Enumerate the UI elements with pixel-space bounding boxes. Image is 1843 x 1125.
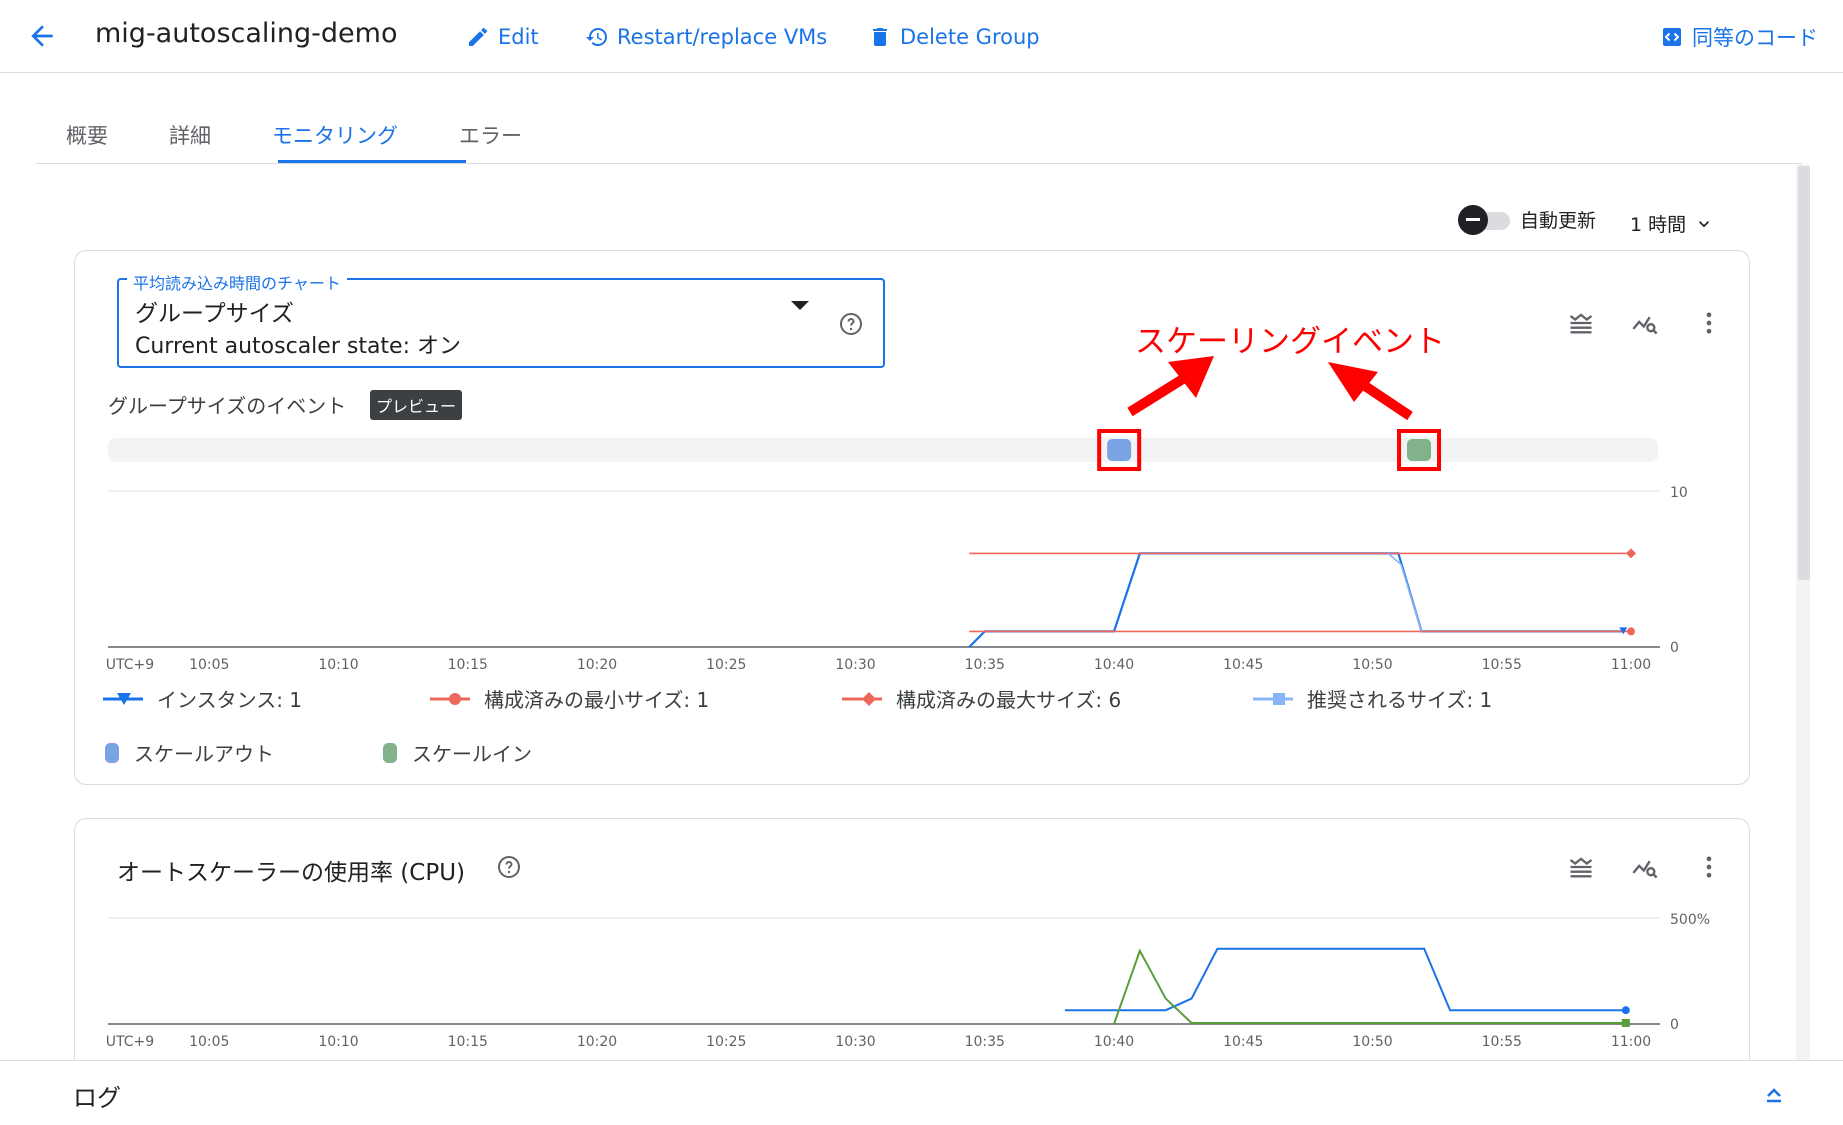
x-tick-label: 10:10 [318,1034,358,1050]
line-triangle-legend-icon [103,692,143,705]
x-tick-label: 10:40 [1094,1034,1134,1050]
x-tick-label: 10:40 [1094,657,1134,670]
autoscaler-cpu-chart: UTC+9 10:05 10:10 10:15 10:20 10:25 10:30 10:35… [106,912,1710,1050]
series-end-marker [1621,1018,1630,1027]
help-icon-cpu[interactable] [497,855,521,879]
x-tick-label: 10:20 [577,1034,617,1050]
legend-label-min-size: 構成済みの最小サイズ: 1 [484,688,710,712]
left-annotation-arrow [1127,356,1214,417]
y-tick-label: 0 [1670,1017,1679,1033]
line-square-legend-icon [1253,692,1293,705]
legend-item-scale-out[interactable]: スケールアウト [104,738,274,767]
x-tick-label: 10:20 [577,657,617,670]
series-end-marker [1621,1006,1630,1015]
x-tick-label: 10:50 [1352,657,1392,670]
legend-item-max-size[interactable]: 構成済みの最大サイズ: 6 [842,684,1121,713]
x-tick-label: UTC+9 [106,1034,154,1050]
x-tick-label: 10:25 [706,1034,746,1050]
legend-item-min-size[interactable]: 構成済みの最小サイズ: 1 [430,684,709,713]
group-size-chart: UTC+9 10:05 10:10 10:15 10:20 10:25 10:30 10:35… [106,429,1688,670]
y-tick-label: 0 [1670,640,1679,656]
cpu-series-line-0 [1064,947,1626,1012]
legend-label-scale-in: スケールイン [412,742,532,766]
x-tick-label: 10:55 [1482,1034,1522,1050]
x-tick-label: 10:55 [1482,657,1522,670]
scale-out-event-marker [1107,439,1132,461]
line-diamond-legend-icon [842,691,882,706]
x-tick-label: 10:45 [1223,657,1263,670]
x-tick-label: 10:30 [835,1034,875,1050]
x-tick-label: 10:30 [835,657,875,670]
max-size-end-marker [1626,548,1636,559]
x-tick-label: 10:25 [706,657,746,670]
expand-up-icon[interactable] [1762,1082,1786,1106]
x-tick-label: UTC+9 [106,657,154,670]
legend-toggle-icon[interactable] [1566,852,1596,882]
legend-label-recommended-size: 推奨されるサイズ: 1 [1307,688,1493,712]
scale-in-event-marker [1407,439,1432,461]
x-tick-label: 10:15 [448,657,488,670]
x-tick-label: 10:35 [965,657,1005,670]
x-tick-label: 10:05 [189,657,229,670]
x-tick-label: 10:15 [448,1034,488,1050]
cpu-series-line-1 [1113,948,1626,1025]
x-tick-label: 10:45 [1223,1034,1263,1050]
x-tick-label: 11:00 [1611,1034,1651,1050]
chart2-toolbar [1566,852,1724,882]
y-tick-label: 10 [1670,485,1688,501]
legend-label-scale-out: スケールアウト [134,742,274,766]
series-line-3 [1387,552,1423,632]
x-tick-label: 10:10 [318,657,358,670]
scale-out-swatch-icon [105,742,119,763]
explore-chart-icon[interactable] [1630,852,1660,882]
legend-label-instances: インスタンス: 1 [157,688,303,712]
logs-title: ログ [73,1084,121,1112]
line-circle-legend-icon [430,692,470,705]
scale-in-swatch-icon [383,742,397,763]
right-annotation-arrow [1328,362,1413,421]
legend-item-scale-in[interactable]: スケールイン [382,738,532,767]
logs-panel [0,1060,1843,1125]
x-tick-label: 10:05 [189,1034,229,1050]
x-tick-label: 10:35 [965,1034,1005,1050]
legend-label-max-size: 構成済みの最大サイズ: 6 [896,688,1122,712]
x-tick-label: 11:00 [1611,657,1651,670]
min-size-end-marker [1627,627,1635,636]
legend-item-instances[interactable]: インスタンス: 1 [103,684,302,713]
more-vert-icon[interactable] [1694,852,1724,882]
series-line-0 [968,552,1624,648]
legend-item-recommended-size[interactable]: 推奨されるサイズ: 1 [1253,684,1492,713]
y-tick-label: 500% [1670,912,1710,928]
x-tick-label: 10:50 [1352,1034,1392,1050]
autoscaler-cpu-title: オートスケーラーの使用率 (CPU) [117,860,466,886]
